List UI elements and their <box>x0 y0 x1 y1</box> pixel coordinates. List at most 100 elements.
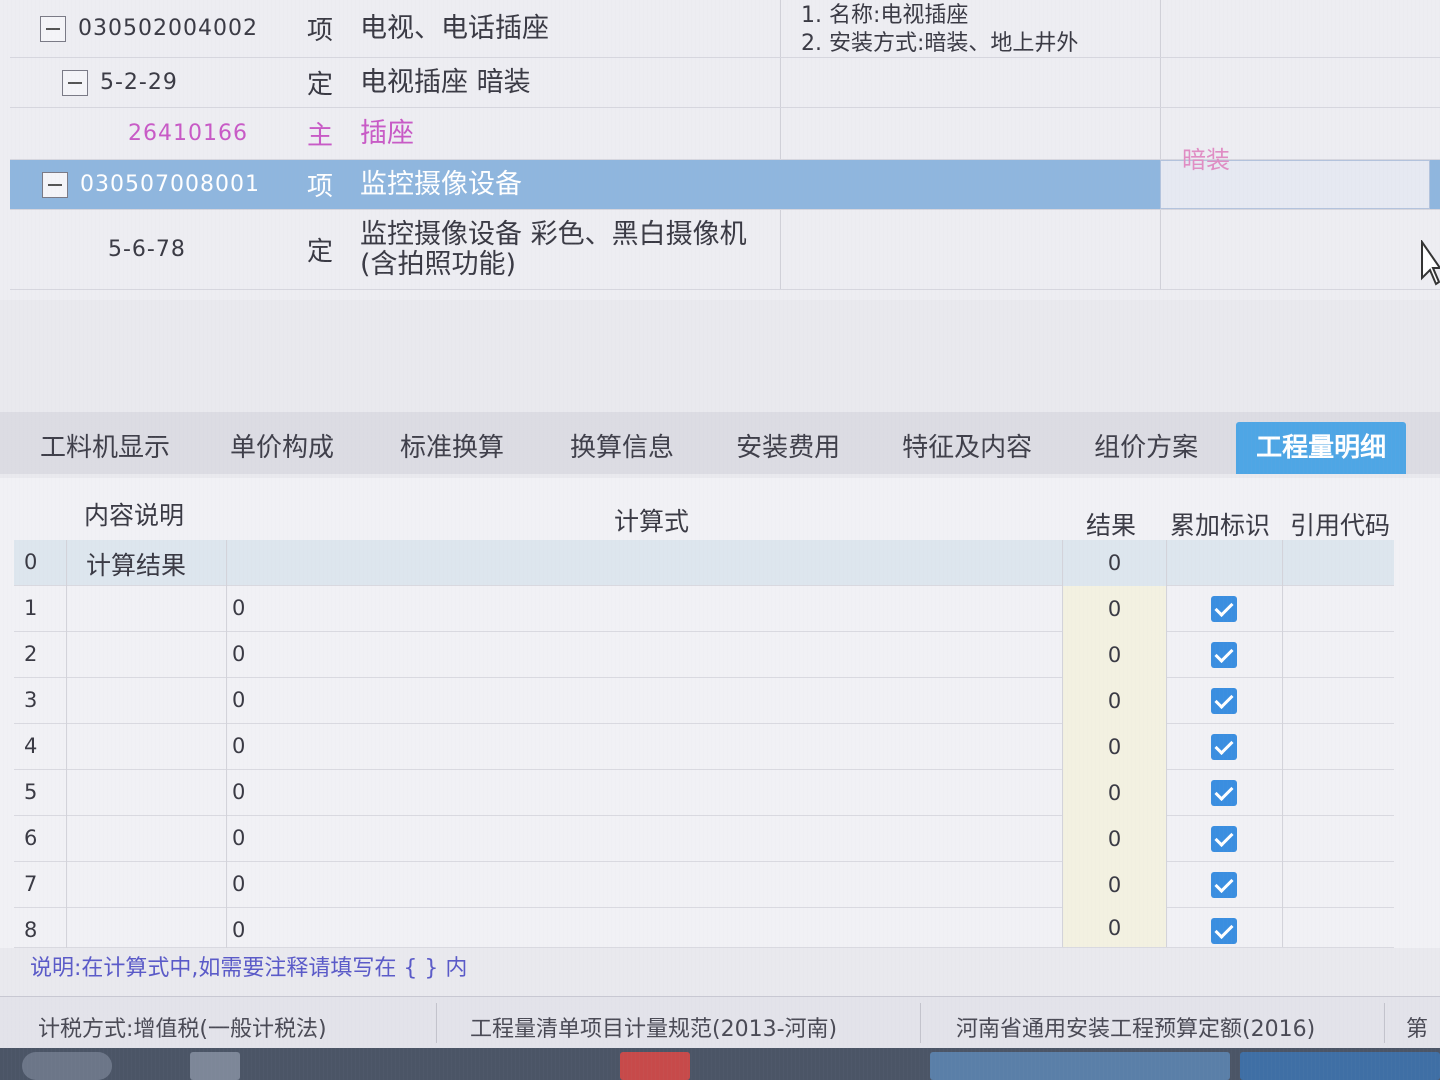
header-desc: 内容说明 <box>84 501 185 530</box>
row-result: 0 <box>1062 862 1166 908</box>
bill-features <box>780 108 1160 159</box>
formula-cell[interactable]: 0 <box>232 688 245 712</box>
row-ref-cell[interactable] <box>1282 724 1394 770</box>
accumulate-checkbox[interactable] <box>1211 780 1237 806</box>
table-row[interactable]: 6 0 0 <box>14 816 1394 862</box>
mouse-cursor-icon <box>1421 240 1440 286</box>
formula-cell[interactable]: 0 <box>232 872 245 896</box>
row-index: 6 <box>24 826 38 850</box>
tab-features-content[interactable]: 特征及内容 <box>882 422 1052 474</box>
table-row[interactable]: 5 0 0 <box>14 770 1394 816</box>
bill-features: 1. 名称:电视插座 2. 安装方式:暗装、地上井外 <box>780 0 1160 57</box>
bill-code: 5-6-78 <box>108 237 186 262</box>
tab-quantity-detail[interactable]: 工程量明细 <box>1236 422 1407 474</box>
bill-name: 监控摄像设备 彩色、黑白摄像机(含拍照功能) <box>360 218 747 280</box>
table-row[interactable]: 8 0 0 <box>14 908 1394 948</box>
table-row[interactable]: 7 0 0 <box>14 862 1394 908</box>
taskbar-app-icon[interactable] <box>1240 1052 1440 1080</box>
bill-code: 5-2-29 <box>100 70 178 95</box>
row-result: 0 <box>1062 816 1166 862</box>
bill-row-item[interactable]: 030502004002 项 电视、电话插座 1. 名称:电视插座 2. 安装方… <box>10 0 1440 58</box>
formula-cell[interactable]: 0 <box>232 642 245 666</box>
os-taskbar <box>0 1048 1440 1080</box>
accumulate-checkbox[interactable] <box>1211 872 1237 898</box>
tab-pricing-plan[interactable]: 组价方案 <box>1074 422 1218 474</box>
row-ref-cell[interactable] <box>1282 678 1394 724</box>
quantity-detail-grid: 内容说明 计算式 结果 累加标识 引用代码 0 计算结果 0 1 0 0 2 0… <box>0 478 1440 948</box>
accumulate-checkbox[interactable] <box>1211 688 1237 714</box>
tab-unit-price-composition[interactable]: 单价构成 <box>210 422 354 474</box>
taskbar-app-icon[interactable] <box>930 1052 1230 1080</box>
tab-standard-conversion[interactable]: 标准换算 <box>380 422 524 474</box>
row-ref-cell[interactable] <box>1282 540 1394 586</box>
row-index: 2 <box>24 642 38 666</box>
formula-cell[interactable]: 0 <box>232 734 245 758</box>
bill-type: 主 <box>306 121 333 151</box>
row-index: 7 <box>24 872 38 896</box>
taskbar-start-icon[interactable] <box>22 1052 112 1080</box>
formula-cell[interactable]: 0 <box>232 780 245 804</box>
bill-type: 定 <box>306 70 333 100</box>
column-divider <box>66 540 67 948</box>
row-result: 0 <box>1062 724 1166 770</box>
header-result: 结果 <box>1086 511 1137 540</box>
tab-conversion-info[interactable]: 换算信息 <box>550 422 694 474</box>
collapse-toggle-icon[interactable] <box>62 69 88 96</box>
grid-header: 内容说明 计算式 结果 累加标识 引用代码 <box>0 478 1440 540</box>
row-index: 3 <box>24 688 38 712</box>
bill-code: 030502004002 <box>78 16 258 41</box>
formula-cell[interactable]: 0 <box>232 826 245 850</box>
taskbar-app-icon[interactable] <box>620 1052 690 1080</box>
bill-name: 监控摄像设备 <box>360 168 522 200</box>
tab-labor-material-machine[interactable]: 工料机显示 <box>20 422 190 474</box>
row-result: 0 <box>1062 632 1166 678</box>
accumulate-checkbox[interactable] <box>1211 918 1237 944</box>
row-desc: 计算结果 <box>86 551 187 580</box>
status-tax-method[interactable]: 计税方式:增值税(一般计税法) <box>38 1011 327 1043</box>
status-extra[interactable]: 第 <box>1406 1011 1428 1043</box>
bill-row-quota[interactable]: 5-6-78 定 监控摄像设备 彩色、黑白摄像机(含拍照功能) <box>10 210 1440 290</box>
table-row[interactable]: 4 0 0 <box>14 724 1394 770</box>
accumulate-checkbox[interactable] <box>1211 826 1237 852</box>
accumulate-checkbox[interactable] <box>1211 642 1237 668</box>
row-result: 0 <box>1062 540 1166 586</box>
formula-note: 说明:在计算式中,如需要注释请填写在 { } 内 <box>30 956 468 981</box>
bill-extra-cell[interactable] <box>1160 210 1430 289</box>
table-row[interactable]: 1 0 0 <box>14 586 1394 632</box>
accumulate-checkbox[interactable] <box>1211 734 1237 760</box>
row-ref-cell[interactable] <box>1282 816 1394 862</box>
bill-extra-cell[interactable] <box>1160 58 1430 107</box>
bill-type: 项 <box>306 172 333 202</box>
taskbar-app-icon[interactable] <box>190 1052 240 1080</box>
collapse-toggle-icon[interactable] <box>42 171 68 198</box>
row-index: 1 <box>24 596 38 620</box>
header-ref-code: 引用代码 <box>1290 511 1391 540</box>
accumulate-checkbox[interactable] <box>1211 596 1237 622</box>
row-index: 4 <box>24 734 38 758</box>
bill-name: 电视、电话插座 <box>360 12 549 44</box>
table-row[interactable]: 2 0 0 <box>14 632 1394 678</box>
row-ref-cell[interactable] <box>1282 632 1394 678</box>
row-ref-cell[interactable] <box>1282 770 1394 816</box>
row-ref-cell[interactable] <box>1282 586 1394 632</box>
collapse-toggle-icon[interactable] <box>40 15 66 42</box>
bill-code: 030507008001 <box>80 172 260 197</box>
formula-cell[interactable]: 0 <box>232 918 245 942</box>
status-bill-spec[interactable]: 工程量清单项目计量规范(2013-河南) <box>470 1011 837 1043</box>
bill-extra-cell[interactable] <box>1160 0 1430 57</box>
bill-type: 定 <box>306 237 333 267</box>
formula-cell[interactable]: 0 <box>232 596 245 620</box>
summary-row[interactable]: 0 计算结果 0 <box>14 540 1394 586</box>
row-ref-cell[interactable] <box>1282 862 1394 908</box>
status-quota-standard[interactable]: 河南省通用安装工程预算定额(2016) <box>956 1011 1315 1043</box>
row-result: 0 <box>1062 586 1166 632</box>
row-index: 0 <box>24 550 38 574</box>
bill-name: 插座 <box>360 117 414 149</box>
table-row[interactable]: 3 0 0 <box>14 678 1394 724</box>
bill-type: 项 <box>306 16 333 46</box>
tab-installation-fee[interactable]: 安装费用 <box>716 422 860 474</box>
bill-row-quota[interactable]: 5-2-29 定 电视插座 暗装 <box>10 58 1440 108</box>
status-divider <box>1384 1003 1385 1043</box>
row-ref-cell[interactable] <box>1282 908 1394 947</box>
bill-features <box>780 210 1160 289</box>
